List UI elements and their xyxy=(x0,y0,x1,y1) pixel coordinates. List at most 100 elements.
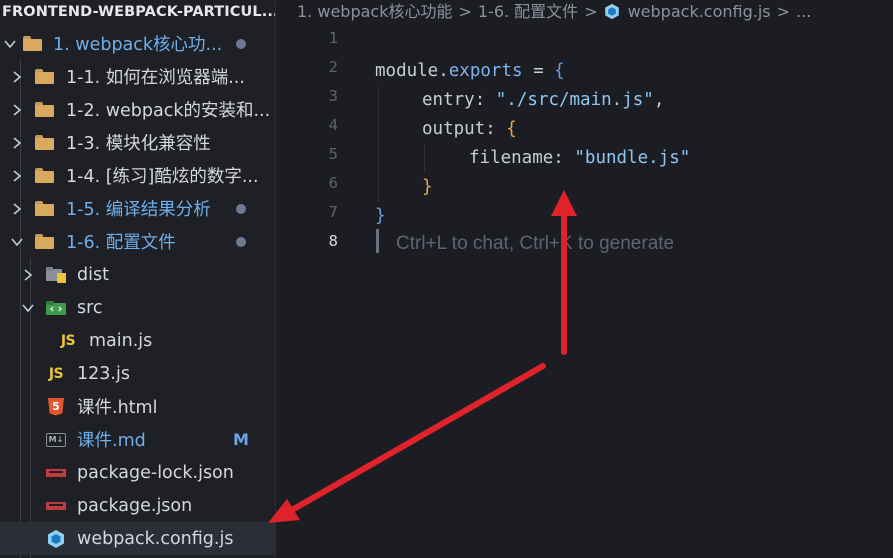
line-number: 7 xyxy=(328,203,338,221)
npm-file-icon xyxy=(45,463,67,483)
tree-item-label: dist xyxy=(77,264,109,285)
tree-item-webpack-core[interactable]: 1. webpack核心功... xyxy=(0,27,275,60)
line-number: 4 xyxy=(328,116,338,134)
tree-item-label: package-lock.json xyxy=(77,462,234,483)
tree-item-package-json[interactable]: package.json xyxy=(0,489,275,522)
tree-item-1-5[interactable]: 1-5. 编译结果分析 xyxy=(0,192,275,225)
chevron-right-icon xyxy=(10,202,24,216)
dist-folder-icon xyxy=(45,265,67,285)
line-number-current: 8 xyxy=(328,232,338,250)
tree-item-label: package.json xyxy=(77,495,193,516)
npm-file-icon xyxy=(45,496,67,516)
folder-icon xyxy=(33,100,55,120)
tree-item-123-js[interactable]: JS 123.js xyxy=(0,357,275,390)
code-token: } xyxy=(375,206,386,226)
code-token: { xyxy=(554,61,565,81)
tree-item-label: 1-1. 如何在浏览器端... xyxy=(66,68,245,88)
modified-dot xyxy=(236,38,246,49)
tree-item-1-2[interactable]: 1-2. webpack的安装和... xyxy=(0,93,275,126)
code-token: "bundle.js" xyxy=(574,148,691,168)
code-token: : xyxy=(485,119,507,139)
modified-dot xyxy=(236,203,246,214)
breadcrumb: 1. webpack核心功能 >1-6. 配置文件 > webpack.config.… xyxy=(297,0,811,26)
tree-item-label: src xyxy=(77,297,103,318)
code-token: module xyxy=(375,61,439,81)
tree-item-src[interactable]: src xyxy=(0,291,275,324)
code-token: : xyxy=(474,90,496,110)
breadcrumb-separator: > xyxy=(776,2,791,21)
line-number: 3 xyxy=(328,87,338,105)
code-token: : xyxy=(553,148,575,168)
chevron-right-icon xyxy=(10,70,24,84)
breadcrumb-item[interactable]: webpack.config.js xyxy=(628,2,771,21)
chevron-right-icon xyxy=(21,268,35,282)
src-folder-icon xyxy=(45,298,67,318)
breadcrumb-item[interactable]: ... xyxy=(796,2,811,21)
tree-item-label: 1-2. webpack的安装和... xyxy=(66,101,271,121)
tree-item-1-6[interactable]: 1-6. 配置文件 xyxy=(0,225,275,258)
folder-icon xyxy=(33,133,55,153)
code-token: entry xyxy=(422,90,475,110)
code-line: output: { xyxy=(422,115,517,144)
chevron-down-icon xyxy=(3,37,17,51)
code-line: module.exports = { xyxy=(375,57,565,86)
code-token: . xyxy=(438,61,449,81)
tree-item-label: 1-4. [练习]酷炫的数字... xyxy=(66,167,259,187)
tree-item-courseware-md[interactable]: M↓ 课件.md M xyxy=(0,423,275,456)
modified-dot xyxy=(236,236,246,247)
code-line: entry: "./src/main.js", xyxy=(422,86,664,115)
code-area[interactable]: module.exports = { entry: "./src/main.js… xyxy=(375,28,690,254)
text-cursor xyxy=(376,229,379,253)
code-token: = xyxy=(522,61,555,81)
breadcrumb-separator: > xyxy=(458,2,472,21)
chevron-down-icon xyxy=(21,301,35,315)
folder-open-icon xyxy=(21,34,43,54)
tree-item-package-lock-json[interactable]: package-lock.json xyxy=(0,456,275,489)
line-number: 2 xyxy=(328,58,338,76)
tree-item-1-4[interactable]: 1-4. [练习]酷炫的数字... xyxy=(0,159,275,192)
explorer-sidebar: FRONTEND-WEBPACK-PARTICUL... 1. webpack核… xyxy=(0,0,276,558)
webpack-file-icon xyxy=(604,3,620,20)
code-token: "./src/main.js" xyxy=(495,90,654,110)
chevron-right-icon xyxy=(10,136,24,150)
folder-icon xyxy=(33,166,55,186)
indent-guide xyxy=(424,144,425,173)
tree-item-label: 1-3. 模块化兼容性 xyxy=(66,134,211,154)
code-token: filename xyxy=(469,148,554,168)
tree-item-label: 1-6. 配置文件 xyxy=(66,233,176,253)
tree-item-label: 1. webpack核心功... xyxy=(53,35,223,55)
tree-item-label: 1-5. 编译结果分析 xyxy=(66,200,211,220)
tree-item-label: main.js xyxy=(89,330,153,351)
tree-item-dist[interactable]: dist xyxy=(0,258,275,291)
webpack-file-icon xyxy=(45,529,67,549)
code-token: { xyxy=(506,119,517,139)
ai-ghost-hint: Ctrl+L to chat, Ctrl+K to generate xyxy=(396,233,675,254)
code-token: exports xyxy=(448,61,523,81)
tree-item-webpack-config-js[interactable]: webpack.config.js xyxy=(0,522,275,555)
line-number: 6 xyxy=(328,174,338,192)
tree-item-label: 课件.html xyxy=(77,398,158,418)
tree-item-label: webpack.config.js xyxy=(77,528,234,549)
line-number: 5 xyxy=(328,145,338,163)
code-line: } xyxy=(375,202,386,231)
html5-file-icon: 5 xyxy=(45,397,67,417)
chevron-right-icon xyxy=(10,103,24,117)
code-token: } xyxy=(422,177,433,197)
modified-badge: M xyxy=(233,430,249,449)
tree-item-label: 课件.md xyxy=(77,431,146,451)
breadcrumb-item[interactable]: 1. webpack核心功能 xyxy=(297,2,452,21)
folder-icon xyxy=(33,199,55,219)
folder-icon xyxy=(33,67,55,87)
js-file-icon: JS xyxy=(48,365,64,382)
breadcrumb-separator: > xyxy=(584,2,598,21)
tree-item-courseware-html[interactable]: 5 课件.html xyxy=(0,390,275,423)
js-file-icon: JS xyxy=(60,332,76,349)
explorer-root-title[interactable]: FRONTEND-WEBPACK-PARTICUL... xyxy=(0,0,275,26)
breadcrumb-item[interactable]: 1-6. 配置文件 xyxy=(478,2,578,21)
tree-item-1-3[interactable]: 1-3. 模块化兼容性 xyxy=(0,126,275,159)
tree-item-main-js[interactable]: JS main.js xyxy=(0,324,275,357)
tree-item-1-1[interactable]: 1-1. 如何在浏览器端... xyxy=(0,60,275,93)
code-line: } xyxy=(422,173,433,202)
chevron-down-icon xyxy=(10,235,24,249)
tree-item-label: 123.js xyxy=(77,363,130,384)
